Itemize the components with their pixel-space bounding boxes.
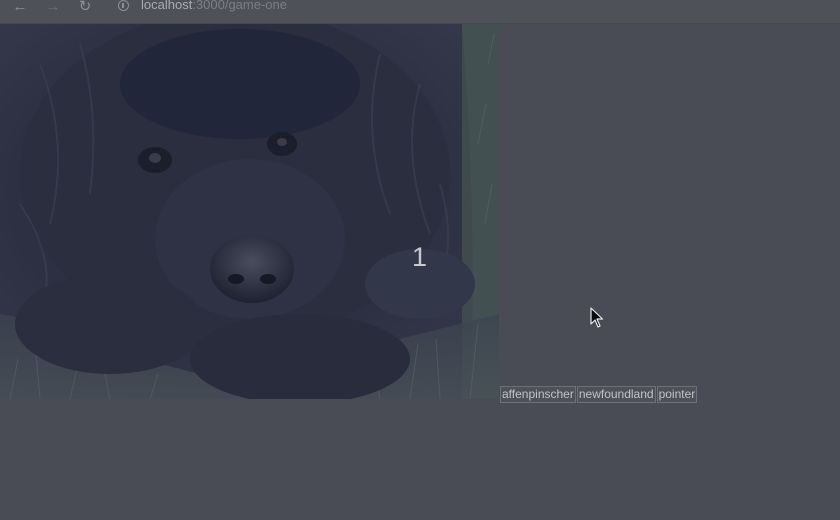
url-host: localhost [141, 0, 193, 12]
dog-photo [0, 24, 499, 399]
choice-newfoundland-button[interactable]: newfoundland [576, 386, 656, 403]
choice-affenpinscher-button[interactable]: affenpinscher [500, 386, 576, 403]
answer-choices: affenpinscher newfoundland pointer [500, 386, 698, 403]
mouse-pointer-icon [590, 307, 604, 334]
back-arrow-icon[interactable]: ← [10, 0, 30, 14]
reload-icon[interactable]: ↻ [75, 0, 95, 14]
forward-arrow-icon[interactable]: → [43, 0, 63, 14]
info-icon[interactable] [118, 0, 129, 11]
choice-pointer-button[interactable]: pointer [656, 386, 698, 403]
address-bar[interactable]: localhost:3000/game-one [141, 0, 287, 12]
question-counter: 1 [412, 242, 428, 272]
browser-toolbar: ← → ↻ localhost:3000/game-one [0, 0, 840, 24]
url-path: :3000/game-one [192, 0, 287, 12]
